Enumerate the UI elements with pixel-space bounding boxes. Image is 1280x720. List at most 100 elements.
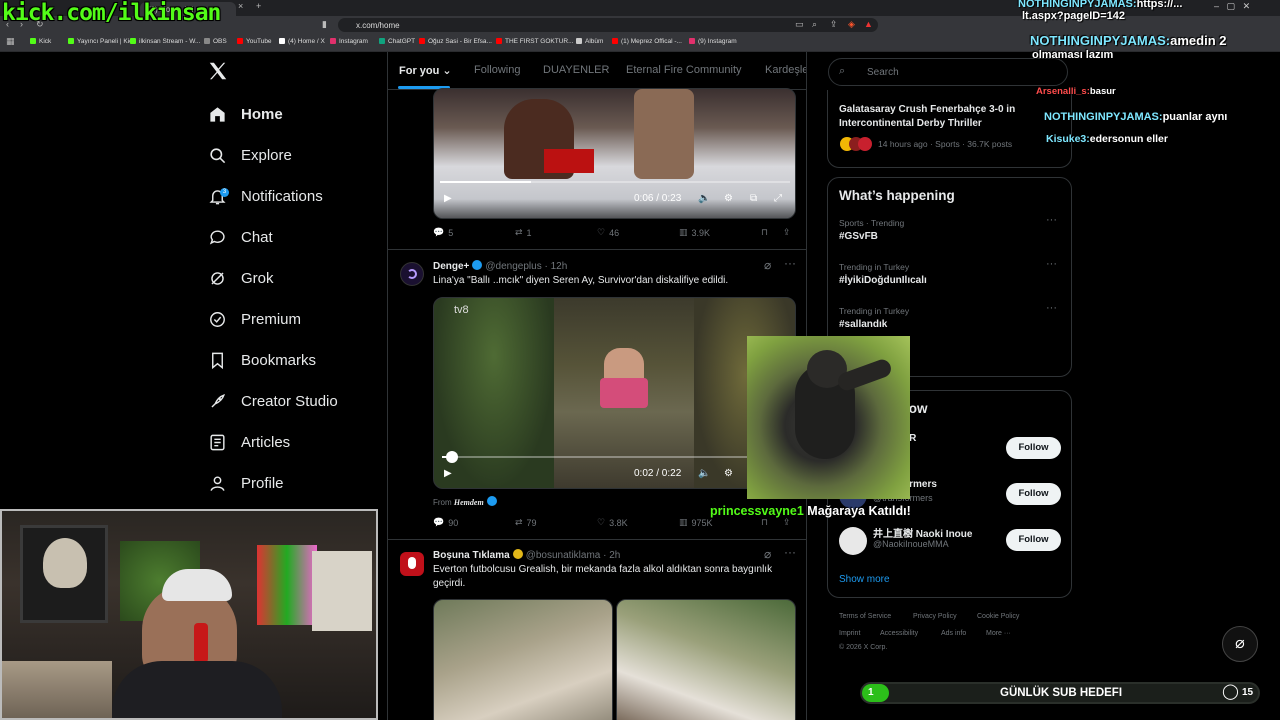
sidebar-item-explore[interactable]: Explore [207,140,292,170]
repost-button[interactable]: ⇄ 79 [515,517,537,528]
settings-icon[interactable]: ⚙ [724,468,733,479]
bookmark-item[interactable]: Instagram [330,38,368,45]
window-close-icon[interactable]: ✕ [1243,1,1251,11]
follow-name[interactable]: 井上直樹 Naoki Inoue [873,525,972,540]
post3-image-1[interactable] [433,599,613,720]
bookmark-button[interactable]: ⊓ [761,517,768,528]
footer-link[interactable]: Privacy Policy [913,613,957,620]
video-progress-track[interactable] [440,181,790,183]
tab-eternal-fire[interactable]: Eternal Fire Community [626,64,742,76]
grok-post-icon[interactable]: ⌀ [764,258,771,272]
post2-author-name[interactable]: Denge+ [433,261,469,272]
x-logo-icon[interactable] [207,60,229,87]
minimize-icon[interactable]: – [1214,1,1219,11]
reply-button[interactable]: 💬 5 [433,227,453,238]
sidebar-item-home[interactable]: Home [207,99,283,129]
scrubber-handle[interactable] [446,451,458,463]
bookmark-item[interactable]: (9) Instagram [689,38,737,45]
sidebar-item-creator-studio[interactable]: Creator Studio [207,386,338,416]
video-progress-track[interactable] [442,451,789,463]
views-button[interactable]: ▥ 975K [679,517,713,528]
bookmark-button[interactable]: ⊓ [761,227,768,238]
views-button[interactable]: ▥ 3.9K [679,227,710,238]
sidebar-item-articles[interactable]: Articles [207,427,290,457]
footer-link[interactable]: Terms of Service [839,613,891,620]
like-button[interactable]: ♡ 3.8K [597,517,628,528]
news-card[interactable]: Galatasaray Crush Fenerbahçe 3-0 in Inte… [827,90,1072,168]
footer-link[interactable]: Accessibility [880,630,918,637]
tab-duayenler[interactable]: DUAYENLER [543,64,609,76]
post2-handle[interactable]: @dengeplus [485,261,541,272]
bookmark-item[interactable]: (1) Meprez Offical -... [612,38,682,45]
brave-rewards-icon[interactable]: ▲ [864,19,873,29]
apps-grid-icon[interactable]: ▦ [6,36,15,47]
bookmark-item[interactable]: ilkinsan Stream - W... [130,38,200,45]
sidebar-item-notifications[interactable]: 3 Notifications [207,181,323,211]
bookmark-item[interactable]: Yayıncı Paneli | Kick [68,38,136,45]
bookmark-item[interactable]: ChatGPT [379,38,415,45]
play-icon[interactable]: ▶ [444,468,452,479]
follow-button[interactable]: Follow [1006,529,1061,551]
denge-avatar[interactable] [400,262,424,286]
like-button[interactable]: ♡ 46 [597,227,619,238]
footer-link[interactable]: Imprint [839,630,860,637]
new-tab-icon[interactable]: + [256,1,261,11]
more-options-icon[interactable]: ··· [784,256,796,270]
show-more-link[interactable]: Show more [839,574,890,585]
sidebar-item-chat[interactable]: Chat [207,222,273,252]
follow-avatar[interactable] [839,527,867,555]
reply-button[interactable]: 💬 90 [433,517,458,528]
more-options-icon[interactable]: ··· [1046,302,1057,314]
repost-button[interactable]: ⇄ 1 [515,227,532,238]
bookmark-item[interactable]: (4) Home / X [279,38,325,45]
pip-icon[interactable]: ⧉ [750,193,757,204]
close-tab-icon[interactable]: × [238,1,243,11]
sidebar-item-grok[interactable]: Grok [207,263,274,293]
more-options-icon[interactable]: ··· [1046,258,1057,270]
bookmark-item[interactable]: Albüm [576,38,603,45]
more-options-icon[interactable]: ··· [784,545,796,559]
post2-time[interactable]: 12h [551,261,568,272]
grok-post-icon[interactable]: ⌀ [764,547,771,561]
search-input[interactable]: ⌕ Search [828,58,1068,86]
tab-for-you[interactable]: For you ⌄ [399,64,452,77]
more-options-icon[interactable]: ··· [1046,214,1057,226]
cast-icon[interactable]: ▭ [795,19,804,30]
bookmark-item[interactable]: Oğuz Sasi - Bir Efsa... [419,38,492,45]
share-button[interactable]: ⇪ [783,227,791,238]
follow-button[interactable]: Follow [1006,437,1061,459]
trend-name[interactable]: #GSvFB [839,231,878,242]
bookmark-item[interactable]: THE FIRST GOKTUR... [496,38,574,45]
post3-image-2[interactable] [616,599,796,720]
post3-author-name[interactable]: Boşuna Tıklama [433,550,510,561]
volume-icon[interactable]: 🔈 [698,193,710,204]
brave-shield-icon[interactable]: ◈ [848,19,855,30]
tab-following[interactable]: Following [474,64,520,76]
bookmark-page-icon[interactable]: ▮ [322,19,327,30]
trend-name[interactable]: #İyikiDoğdunIlıcalı [839,275,927,286]
post3-handle[interactable]: @bosunatiklama [526,550,601,561]
zoom-icon[interactable]: ⌕ [812,19,817,30]
grok-fab-icon[interactable]: ⌀ [1222,626,1258,662]
maximize-icon[interactable]: ▢ [1227,1,1236,11]
sidebar-item-premium[interactable]: Premium [207,304,301,334]
sidebar-item-profile[interactable]: Profile [207,468,284,498]
follow-button[interactable]: Follow [1006,483,1061,505]
trend-name[interactable]: #sallandık [839,319,887,330]
bookmark-item[interactable]: Kick [30,38,51,45]
bosuna-avatar[interactable] [400,552,424,576]
share-button[interactable]: ⇪ [783,517,791,528]
share-icon[interactable]: ⇪ [830,19,838,30]
footer-link[interactable]: More ··· [986,630,1011,637]
post2-video[interactable]: tv8 ▶ 0:02 / 0:22 🔈 ⚙ [433,297,796,489]
bookmark-item[interactable]: OBS [204,38,227,45]
sidebar-item-bookmarks[interactable]: Bookmarks [207,345,316,375]
volume-icon[interactable]: 🔈 [698,468,710,479]
tab-kardesle[interactable]: Kardeşle [765,64,806,76]
post3-time[interactable]: 2h [609,550,620,561]
from-account[interactable]: Hemdem [454,498,484,507]
bookmark-item[interactable]: YouTube [237,38,272,45]
footer-link[interactable]: Ads info [941,630,966,637]
post1-video[interactable]: ▶ 0:06 / 0:23 🔈 ⚙ ⧉ ⤢ [433,88,796,219]
footer-link[interactable]: Cookie Policy [977,613,1019,620]
